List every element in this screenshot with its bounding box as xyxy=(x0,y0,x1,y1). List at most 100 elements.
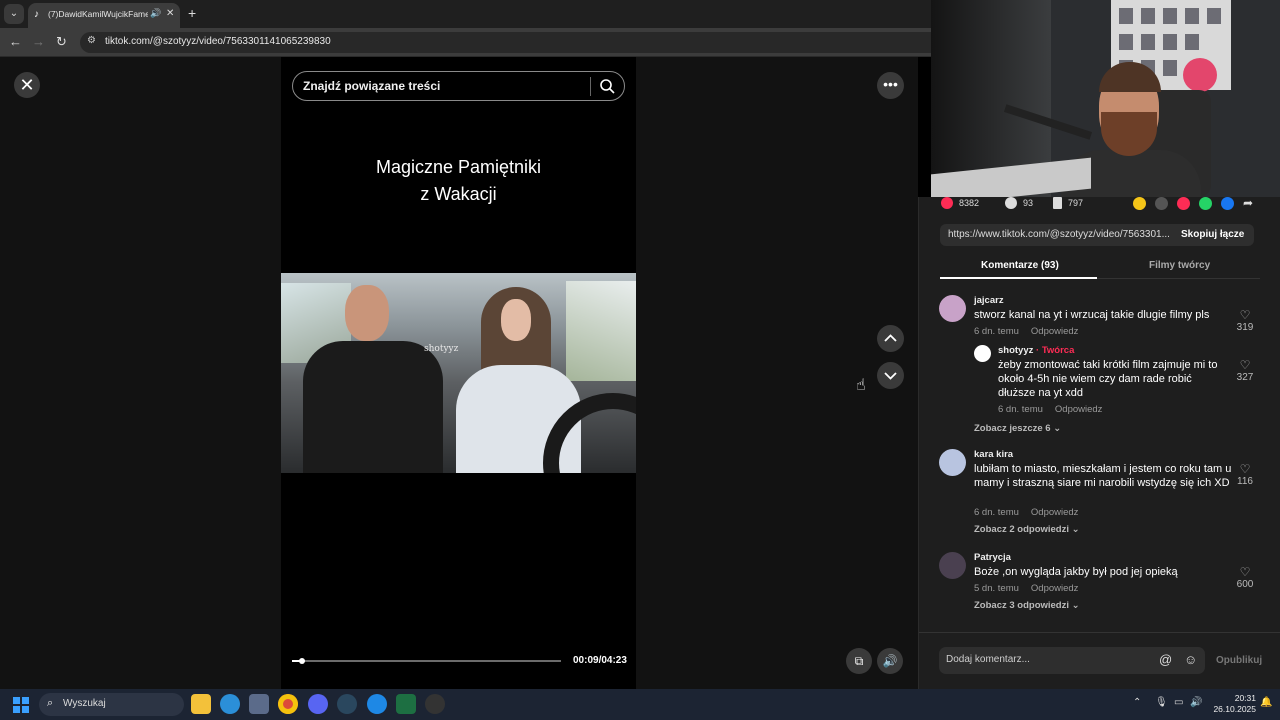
tab-search-icon[interactable]: ⌄ xyxy=(4,4,24,24)
tray-chevron-up-icon[interactable]: ⌃ xyxy=(1133,697,1141,708)
comment-like-count: 116 xyxy=(1237,476,1253,487)
video-progress-bar[interactable] xyxy=(292,658,561,664)
share-arrow-icon[interactable]: ➦ xyxy=(1243,197,1256,210)
heart-icon xyxy=(941,197,953,209)
comment-time: 5 dn. temu xyxy=(974,583,1019,594)
search-icon[interactable] xyxy=(599,78,615,94)
edge-icon[interactable] xyxy=(220,694,240,714)
chevron-up-icon xyxy=(884,334,897,342)
comment-bubble-icon xyxy=(1005,197,1017,209)
share-emoji-icon[interactable] xyxy=(1133,197,1146,210)
view-more-replies[interactable]: Zobacz jeszcze 6 ⌄ xyxy=(974,423,1061,434)
reply-text: żeby zmontować taki krótki film zajmuje … xyxy=(998,359,1218,399)
video-link-url[interactable]: https://www.tiktok.com/@szotyyz/video/75… xyxy=(948,229,1170,240)
comment-like[interactable]: ♡ 116 xyxy=(1233,463,1257,488)
avatar[interactable] xyxy=(974,345,991,362)
excel-icon[interactable] xyxy=(396,694,416,714)
tab-comments[interactable]: Komentarze (93) xyxy=(981,260,1059,271)
comment-like[interactable]: ♡ 319 xyxy=(1233,308,1257,334)
back-arrow-icon[interactable]: ← xyxy=(9,34,22,50)
emoji-icon[interactable]: ☺ xyxy=(1184,652,1197,667)
comment-like[interactable]: ♡ 600 xyxy=(1233,566,1257,591)
post-comment-button[interactable]: Opublikuj xyxy=(1216,655,1262,666)
forward-arrow-icon[interactable]: → xyxy=(32,34,45,50)
more-options-icon[interactable]: ••• xyxy=(877,72,904,99)
address-bar[interactable]: ⚙ tiktok.com/@szotyyz/video/756330114106… xyxy=(80,32,931,53)
reply-username[interactable]: shotyyz · Twórca xyxy=(998,345,1074,356)
tab-close-icon[interactable]: ✕ xyxy=(166,8,174,19)
chrome-icon[interactable] xyxy=(278,694,298,714)
action-bar: 8382 93 797 ➦ xyxy=(941,197,1271,213)
view-replies[interactable]: Zobacz 3 odpowiedzi ⌄ xyxy=(974,600,1080,611)
avatar[interactable] xyxy=(939,295,966,322)
driver-man xyxy=(303,341,443,473)
site-info-icon[interactable]: ⚙ xyxy=(87,35,96,46)
tab-creator-videos[interactable]: Filmy twórcy xyxy=(1149,260,1210,271)
reply-link[interactable]: Odpowiedz xyxy=(1031,583,1079,594)
windows-start-icon[interactable] xyxy=(13,697,29,713)
embed-code-icon[interactable] xyxy=(1155,197,1168,210)
bookmark-icon xyxy=(1053,197,1062,209)
video-progress-handle[interactable] xyxy=(298,658,305,664)
battle-net-icon[interactable] xyxy=(367,694,387,714)
like-count: 8382 xyxy=(959,198,980,208)
video-title-line-2: z Wakacji xyxy=(420,184,497,204)
volume-icon[interactable]: 🔊 xyxy=(877,648,903,674)
mention-icon[interactable]: @ xyxy=(1159,652,1172,667)
previous-video-button[interactable] xyxy=(877,325,904,352)
comment-input[interactable]: Dodaj komentarz... @ ☺ xyxy=(939,647,1205,674)
copy-link-button[interactable]: Skopiuj łącze xyxy=(1181,229,1244,240)
network-icon[interactable]: ▭ xyxy=(1174,697,1183,708)
taskbar-search[interactable]: ⌕ Wyszukaj xyxy=(39,693,184,716)
steam-icon[interactable] xyxy=(337,694,357,714)
comment-username[interactable]: kara kira xyxy=(974,449,1013,460)
reply-username-text: shotyyz xyxy=(998,345,1034,356)
new-tab-icon[interactable]: + xyxy=(188,5,196,21)
related-search-input[interactable]: Znajdź powiązane treści xyxy=(292,71,625,101)
obs-icon[interactable] xyxy=(425,694,445,714)
clock-time: 20:31 xyxy=(1234,693,1256,703)
close-icon[interactable]: ✕ xyxy=(14,72,40,98)
notification-bell-icon[interactable]: 🔔 xyxy=(1260,697,1272,708)
speaker-icon[interactable]: 🔊 xyxy=(1190,697,1202,708)
comment-meta: 5 dn. temu Odpowiedz xyxy=(974,583,1078,594)
next-video-button[interactable] xyxy=(877,362,904,389)
heart-outline-icon: ♡ xyxy=(1239,308,1251,322)
view-replies[interactable]: Zobacz 2 odpowiedzi ⌄ xyxy=(974,524,1080,535)
comment-username[interactable]: jajcarz xyxy=(974,295,1004,306)
clock-date: 26.10.2025 xyxy=(1213,704,1256,714)
reload-icon[interactable]: ↻ xyxy=(56,34,67,50)
search-divider xyxy=(590,77,591,96)
comment-time: 6 dn. temu xyxy=(974,507,1019,518)
microphone-icon[interactable]: 🎙 xyxy=(1155,697,1168,708)
video-player[interactable]: Znajdź powiązane treści Magiczne Pamiętn… xyxy=(281,57,636,689)
reply-link[interactable]: Odpowiedz xyxy=(1055,404,1103,415)
like-action[interactable]: 8382 xyxy=(941,197,979,209)
facebook-icon[interactable] xyxy=(1221,197,1234,210)
file-explorer-icon[interactable] xyxy=(191,694,211,714)
reply-link[interactable]: Odpowiedz xyxy=(1031,326,1079,337)
reply-link[interactable]: Odpowiedz xyxy=(1031,507,1079,518)
comment-username[interactable]: Patrycja xyxy=(974,552,1011,563)
browser-tab[interactable]: ♪ (7)DawidKamilWujcikFamel 🔊 ✕ xyxy=(28,3,180,28)
floating-player-icon[interactable]: ⧉ xyxy=(846,648,872,674)
tiktok-video-page: ✕ Znajdź powiązane treści Magiczne Pamię… xyxy=(0,57,918,689)
whatsapp-icon[interactable] xyxy=(1199,197,1212,210)
comment-like-count: 600 xyxy=(1236,579,1254,590)
avatar[interactable] xyxy=(939,449,966,476)
address-url: tiktok.com/@szotyyz/video/75633011410652… xyxy=(105,36,331,47)
comment-like-count: 319 xyxy=(1236,322,1254,333)
comment-time: 6 dn. temu xyxy=(974,326,1019,337)
store-icon[interactable] xyxy=(249,694,269,714)
avatar[interactable] xyxy=(939,552,966,579)
taskbar-clock[interactable]: 20:31 26.10.2025 xyxy=(1208,693,1256,715)
discord-icon[interactable] xyxy=(308,694,328,714)
save-action[interactable]: 797 xyxy=(1053,197,1083,209)
tab-audio-icon[interactable]: 🔊 xyxy=(150,8,161,19)
reply-like[interactable]: ♡ 327 xyxy=(1233,359,1257,384)
comment-action[interactable]: 93 xyxy=(1005,197,1033,209)
send-to-friends-icon[interactable] xyxy=(1177,197,1190,210)
tab-title: (7)DawidKamilWujcikFamel xyxy=(48,9,148,19)
save-count: 797 xyxy=(1068,198,1084,208)
comment-composer: Dodaj komentarz... @ ☺ Opublikuj xyxy=(919,632,1280,689)
